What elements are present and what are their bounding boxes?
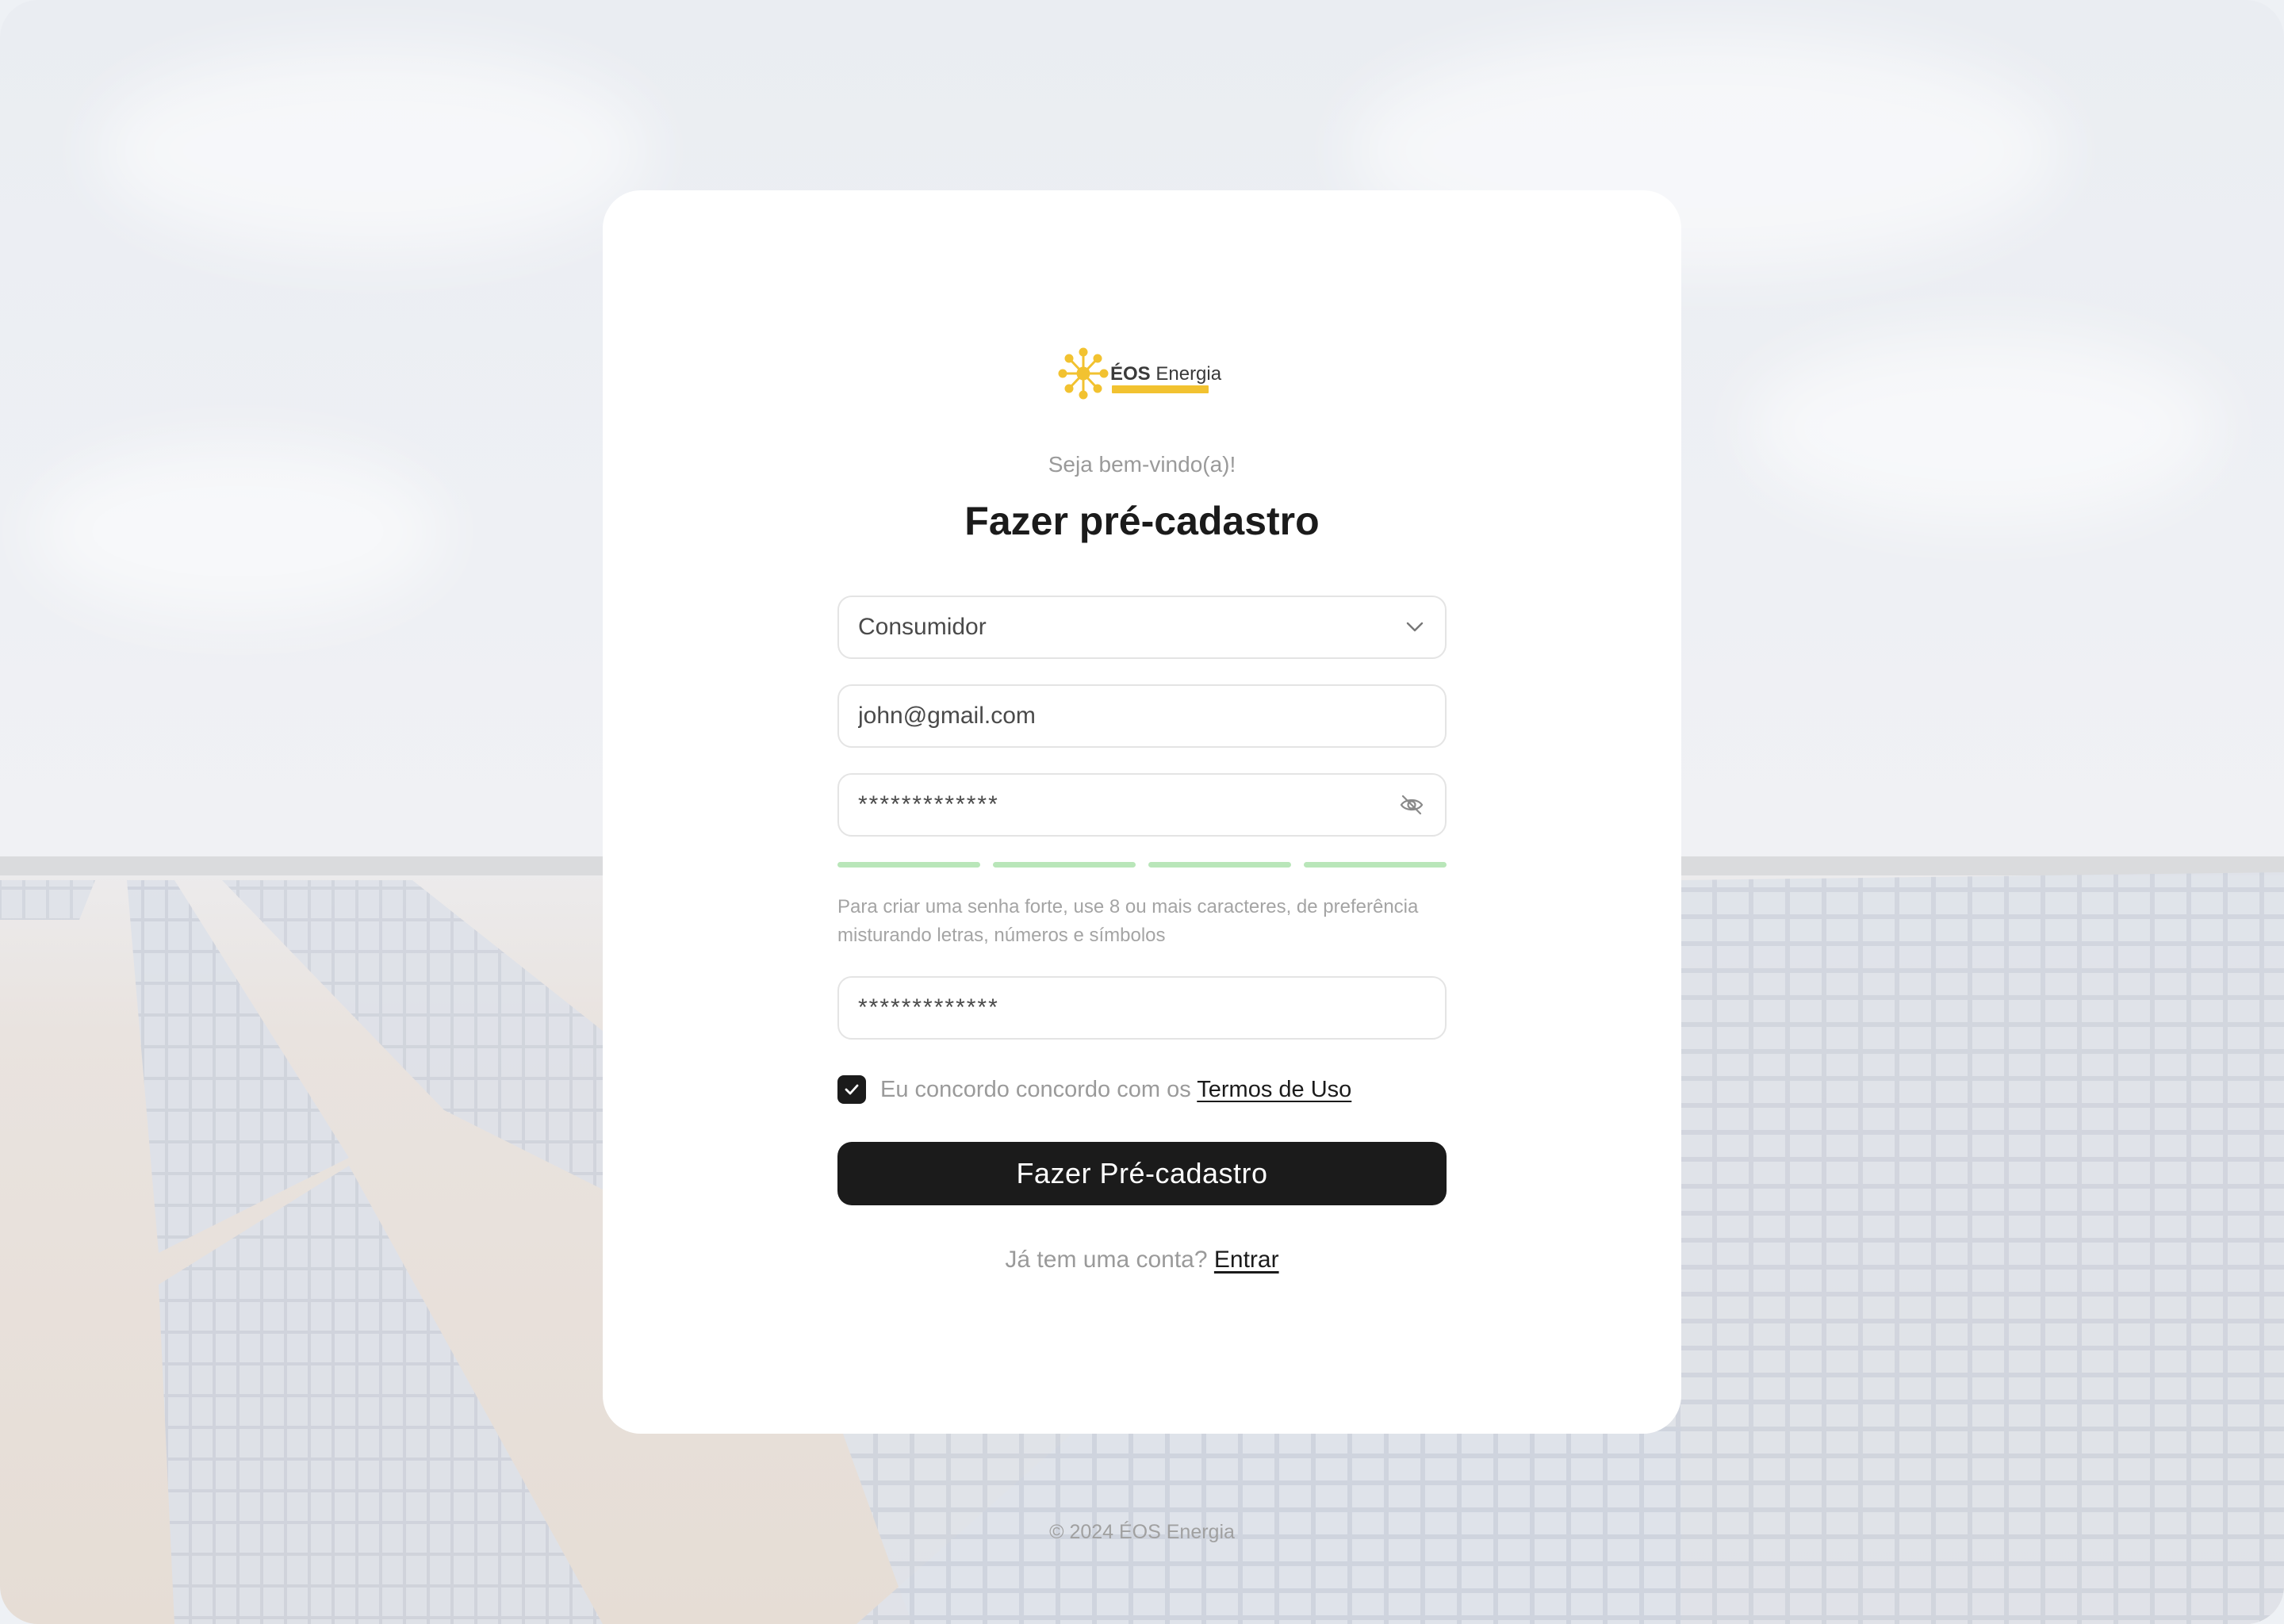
terms-agreement: Eu concordo concordo com os Termos de Us… <box>837 1066 1351 1113</box>
submit-button[interactable]: Fazer Pré-cadastro <box>837 1142 1447 1205</box>
eye-off-icon[interactable] <box>1397 791 1426 819</box>
footer-copyright: © 2024 ÉOS Energia <box>1049 1521 1235 1543</box>
strength-segment <box>993 862 1136 868</box>
check-icon <box>845 1084 859 1095</box>
brand-name: ÉOS Energia <box>1110 363 1222 385</box>
email-field[interactable] <box>837 684 1447 748</box>
terms-text: Eu concordo concordo com os Termos de Us… <box>880 1076 1352 1102</box>
email-input[interactable] <box>858 703 1426 730</box>
page-title: Fazer pré-cadastro <box>964 499 1320 543</box>
sun-network-icon <box>1058 347 1109 400</box>
strength-segment <box>837 862 980 868</box>
terms-checkbox[interactable] <box>837 1075 866 1104</box>
brand-logo: ÉOS Energia <box>1058 346 1221 401</box>
password-strength-meter <box>837 862 1447 868</box>
password-hint: Para criar uma senha forte, use 8 ou mai… <box>837 896 1419 946</box>
strength-segment <box>1148 862 1291 868</box>
login-link[interactable]: Entrar <box>1214 1247 1279 1273</box>
password-input[interactable]: ************* <box>858 791 1397 818</box>
brand-tagline-bar <box>1112 385 1209 393</box>
confirm-password-input[interactable]: ************* <box>858 994 1426 1021</box>
password-field[interactable]: ************* <box>837 773 1447 837</box>
welcome-text: Seja bem-vindo(a)! <box>1048 452 1236 477</box>
signup-card: ÉOS Energia Seja bem-vindo(a)! Fazer pré… <box>603 190 1681 1434</box>
login-prompt-text: Já tem uma conta? <box>1005 1247 1208 1273</box>
account-type-value: Consumidor <box>858 614 987 640</box>
confirm-password-field[interactable]: ************* <box>837 976 1447 1040</box>
chevron-down-icon <box>1404 616 1426 638</box>
strength-segment <box>1304 862 1447 868</box>
account-type-select[interactable]: Consumidor <box>837 596 1447 659</box>
terms-link[interactable]: Termos de Uso <box>1197 1077 1351 1102</box>
login-prompt: Já tem uma conta? Entrar <box>603 1247 1681 1274</box>
